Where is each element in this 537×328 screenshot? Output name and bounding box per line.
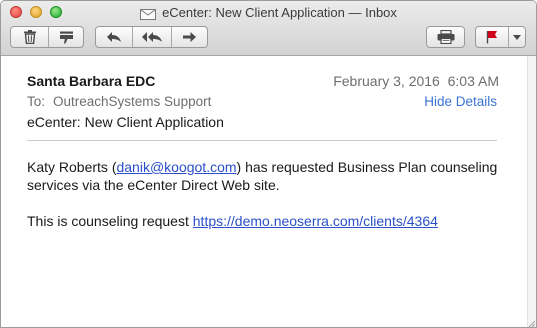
body-request-label: This is counseling request <box>27 213 193 229</box>
hide-details-link[interactable]: Hide Details <box>424 94 497 109</box>
message-datetime: February 3, 2016 6:03 AM <box>333 73 499 89</box>
flag-icon <box>486 30 498 44</box>
reply-button[interactable] <box>96 27 132 47</box>
flag-button[interactable] <box>476 27 508 47</box>
trash-icon <box>23 30 36 44</box>
envelope-icon <box>140 7 157 20</box>
window-title: eCenter: New Client Application — Inbox <box>162 4 397 20</box>
delete-button[interactable] <box>11 27 48 47</box>
body-paragraph-link: This is counseling request https://demo.… <box>27 212 507 230</box>
title-bar: eCenter: New Client Application — Inbox <box>1 1 536 56</box>
reply-icon <box>106 31 122 43</box>
body-request-text-2: services via the eCenter Direct Web site… <box>27 177 280 193</box>
reply-forward-group <box>95 26 208 48</box>
forward-icon <box>182 31 197 43</box>
message-body: Katy Roberts (danik@koogot.com) has requ… <box>27 158 507 230</box>
printer-icon <box>437 30 455 44</box>
print-button[interactable] <box>427 27 464 47</box>
message-subject: eCenter: New Client Application <box>27 114 224 130</box>
header-divider <box>27 140 497 141</box>
sender-name: Santa Barbara EDC <box>27 73 156 89</box>
reply-all-button[interactable] <box>132 27 170 47</box>
resize-grip-icon[interactable] <box>525 316 536 327</box>
sender-email-link[interactable]: danik@koogot.com <box>116 159 236 175</box>
flag-group <box>475 26 526 48</box>
request-url-link[interactable]: https://demo.neoserra.com/clients/4364 <box>193 213 438 229</box>
mail-window: eCenter: New Client Application — Inbox <box>0 0 537 328</box>
forward-button[interactable] <box>170 27 207 47</box>
flag-menu-button[interactable] <box>508 27 525 47</box>
recipient-name: OutreachSystems Support <box>53 94 212 109</box>
to-label: To: <box>27 94 46 109</box>
message-time: 6:03 AM <box>447 73 499 89</box>
body-request-text-1: ) has requested Business Plan counseling <box>236 159 498 175</box>
vertical-scrollbar[interactable] <box>527 56 536 327</box>
print-group <box>426 26 465 48</box>
body-paragraph-request: Katy Roberts (danik@koogot.com) has requ… <box>27 158 507 194</box>
recipient-row: To: OutreachSystems Support <box>27 94 211 109</box>
delete-junk-group <box>10 26 84 48</box>
junk-button[interactable] <box>48 27 83 47</box>
window-title-area: eCenter: New Client Application — Inbox <box>1 3 536 21</box>
body-sender-name: Katy Roberts ( <box>27 159 117 175</box>
reply-all-icon <box>141 31 163 43</box>
message-date: February 3, 2016 <box>333 73 440 89</box>
junk-icon <box>59 31 74 44</box>
chevron-down-icon <box>513 34 521 40</box>
